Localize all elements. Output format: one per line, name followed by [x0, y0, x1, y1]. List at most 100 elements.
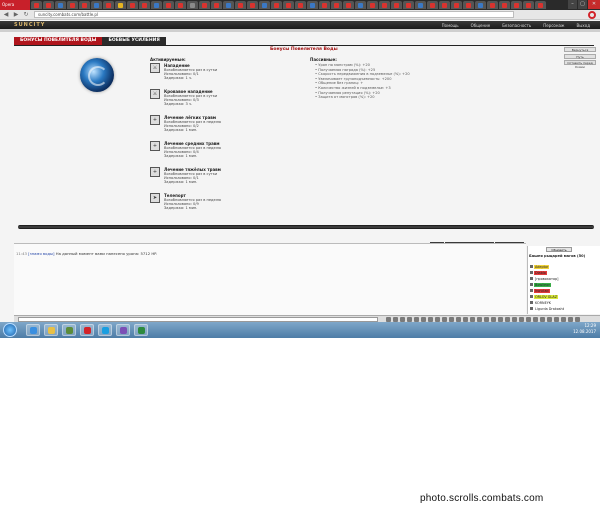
player-name[interactable]: KORNEYK — [534, 300, 553, 305]
browser-tab[interactable] — [187, 1, 198, 9]
teleport-icon[interactable]: ➤ — [150, 193, 160, 203]
taskbar-app-explorer[interactable] — [44, 324, 58, 336]
player-name[interactable]: Bowlieon — [534, 282, 552, 287]
menu-exit[interactable]: Выход — [577, 23, 590, 28]
browser-tab[interactable] — [103, 1, 114, 9]
browser-tab[interactable] — [127, 1, 138, 9]
browser-tab[interactable] — [175, 1, 186, 9]
browser-tab[interactable] — [67, 1, 78, 9]
browser-tab[interactable] — [223, 1, 234, 9]
browser-tab[interactable] — [523, 1, 534, 9]
right-buttons: Вернуться Путь Оставить перед боями — [564, 47, 596, 69]
sword-icon[interactable]: ⚔ — [150, 89, 160, 99]
minimize-button[interactable]: – — [568, 0, 577, 9]
forward-icon[interactable]: ▶ — [12, 11, 20, 19]
browser-tab[interactable] — [379, 1, 390, 9]
menu-chat[interactable]: Общение — [471, 23, 491, 28]
start-button[interactable] — [3, 323, 17, 337]
url-field[interactable]: suncity.combats.com/battle.pl — [34, 11, 514, 18]
ability-delay: Задержка: 3 ч. — [164, 102, 193, 107]
browser-tab[interactable] — [415, 1, 426, 9]
browser-tab[interactable] — [391, 1, 402, 9]
browser-tab[interactable] — [91, 1, 102, 9]
reload-icon[interactable]: ↻ — [22, 11, 30, 19]
return-button[interactable]: Вернуться — [564, 47, 596, 52]
taskbar-app-opera[interactable] — [80, 324, 94, 336]
player-name[interactable]: Ligurda Drakosht — [534, 306, 566, 311]
player-name[interactable]: [провокатор] — [534, 276, 560, 281]
frame-divider[interactable] — [18, 225, 594, 229]
player-row[interactable]: KORNEYK — [530, 300, 553, 305]
back-icon[interactable]: ◀ — [2, 11, 10, 19]
message-nick[interactable]: [знамя воды] — [28, 251, 54, 256]
menu-character[interactable]: Персонаж — [543, 23, 564, 28]
heal-icon[interactable]: + — [150, 167, 160, 177]
browser-tab[interactable] — [259, 1, 270, 9]
player-name[interactable]: ORLOV GLAZ — [534, 294, 559, 299]
menu-help[interactable]: Помощь — [442, 23, 459, 28]
browser-tab[interactable] — [115, 1, 126, 9]
browser-tab[interactable] — [43, 1, 54, 9]
opera-icon[interactable] — [588, 11, 596, 19]
taskbar-app-media[interactable] — [62, 324, 76, 336]
browser-tab[interactable] — [55, 1, 66, 9]
browser-tab[interactable] — [487, 1, 498, 9]
taskbar-app-viber[interactable] — [116, 324, 130, 336]
browser-tab[interactable] — [463, 1, 474, 9]
browser-tab[interactable] — [199, 1, 210, 9]
player-row[interactable]: Diablo — [530, 270, 547, 275]
browser-tab[interactable] — [163, 1, 174, 9]
browser-tab[interactable] — [439, 1, 450, 9]
opera-menu-button[interactable]: Opera — [0, 0, 30, 10]
browser-tab[interactable] — [283, 1, 294, 9]
player-row[interactable]: Adeptor — [530, 264, 550, 269]
browser-tab[interactable] — [427, 1, 438, 9]
tab-water-lord-bonuses[interactable]: БОНУСЫ ПОВЕЛИТЕЛЯ ВОДЫ — [14, 37, 103, 45]
player-name[interactable]: Adeptor — [534, 264, 550, 269]
taskbar-app-skype[interactable] — [98, 324, 112, 336]
chat-message: 11:43 [знамя воды] На данный момент вами… — [16, 251, 157, 256]
close-window-button[interactable]: ✕ — [588, 0, 600, 9]
browser-tab[interactable] — [367, 1, 378, 9]
browser-tab[interactable] — [139, 1, 150, 9]
browser-tab[interactable] — [403, 1, 414, 9]
browser-tab[interactable] — [475, 1, 486, 9]
player-name[interactable]: Ironclad — [534, 288, 550, 293]
browser-tab[interactable] — [307, 1, 318, 9]
leave-before-battles-button[interactable]: Оставить перед боями — [564, 60, 596, 69]
browser-tab[interactable] — [235, 1, 246, 9]
heal-icon[interactable]: + — [150, 141, 160, 151]
browser-tab[interactable] — [79, 1, 90, 9]
player-row[interactable]: Bowlieon — [530, 282, 552, 287]
maximize-button[interactable]: ▢ — [578, 0, 587, 9]
system-tray-clock[interactable]: 12:29 12.08.2017 — [573, 323, 596, 335]
browser-tab[interactable] — [247, 1, 258, 9]
browser-tab[interactable] — [451, 1, 462, 9]
tab-combat-boosts[interactable]: БОЕВЫЕ УСИЛЕНИЯ — [102, 37, 166, 45]
path-button[interactable]: Путь — [564, 53, 596, 59]
browser-tab[interactable] — [319, 1, 330, 9]
player-row[interactable]: Ironclad — [530, 288, 550, 293]
heal-icon[interactable]: + — [150, 115, 160, 125]
player-row[interactable]: [провокатор] — [530, 276, 560, 281]
browser-tab[interactable] — [355, 1, 366, 9]
browser-tab[interactable] — [535, 1, 546, 9]
browser-tab[interactable] — [511, 1, 522, 9]
browser-tab[interactable] — [343, 1, 354, 9]
taskbar-app-excel[interactable] — [134, 324, 148, 336]
browser-tab[interactable] — [271, 1, 282, 9]
browser-tab[interactable] — [151, 1, 162, 9]
favicon-icon — [70, 2, 75, 8]
browser-tab[interactable] — [31, 1, 42, 9]
browser-tab[interactable] — [331, 1, 342, 9]
player-name[interactable]: Diablo — [534, 270, 547, 275]
refresh-button[interactable]: Обновить — [546, 247, 572, 252]
browser-tab[interactable] — [295, 1, 306, 9]
taskbar-app-ie[interactable] — [26, 324, 40, 336]
player-row[interactable]: ORLOV GLAZ — [530, 294, 559, 299]
player-row[interactable]: Ligurda Drakosht — [530, 306, 566, 311]
sword-icon[interactable]: ⚔ — [150, 63, 160, 73]
browser-tab[interactable] — [211, 1, 222, 9]
menu-security[interactable]: Безопасность — [502, 23, 531, 28]
browser-tab[interactable] — [499, 1, 510, 9]
